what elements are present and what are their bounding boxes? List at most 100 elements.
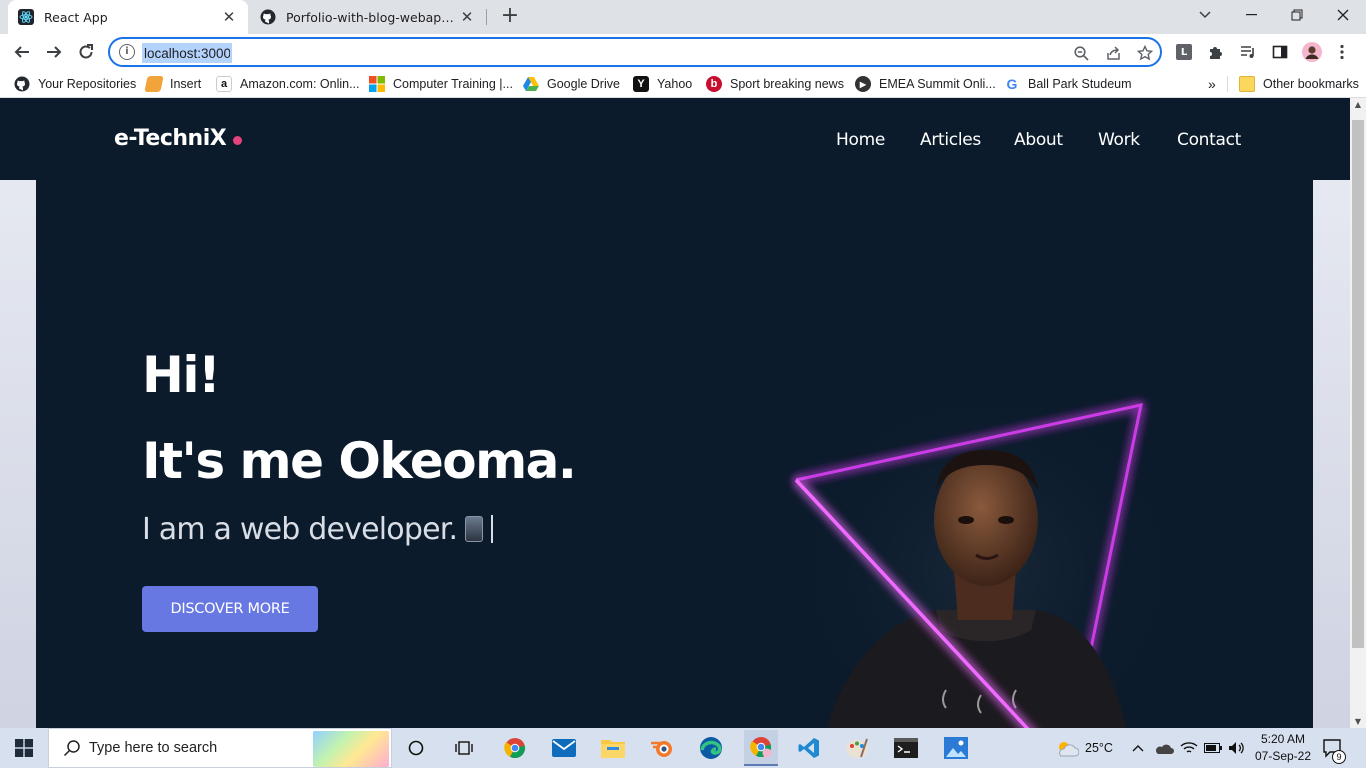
edge-icon[interactable]	[697, 734, 725, 762]
reload-button[interactable]	[72, 38, 100, 66]
nav-home[interactable]: Home	[836, 130, 885, 150]
chrome-profile-taskbar-icon[interactable]	[744, 730, 778, 766]
scrollbar-thumb[interactable]	[1352, 120, 1364, 648]
chrome-menu-icon[interactable]	[1332, 42, 1352, 62]
taskbar-search-box[interactable]: Type here to search	[48, 728, 392, 768]
notification-count: 9	[1332, 750, 1346, 764]
hero-portrait	[776, 370, 1216, 728]
scroll-down-icon[interactable]: ▼	[1353, 717, 1363, 726]
folder-icon	[1239, 76, 1255, 92]
file-explorer-icon[interactable]	[599, 734, 627, 762]
logo-text: e-TechniX	[114, 126, 227, 151]
nav-about[interactable]: About	[1014, 130, 1063, 150]
bookmark-sport-news[interactable]: b Sport breaking news	[706, 74, 844, 94]
google-icon: G	[1006, 76, 1018, 92]
play-icon: ▶	[855, 76, 871, 92]
page-viewport: e-TechniX Home Articles About Work Conta…	[0, 98, 1350, 728]
site-header: e-TechniX Home Articles About Work Conta…	[0, 98, 1350, 180]
url-input[interactable]	[142, 43, 232, 63]
bookmarks-overflow-button[interactable]: »	[1208, 74, 1216, 94]
yahoo-icon: Y	[633, 76, 649, 92]
tab-react-app[interactable]: React App ✕	[8, 0, 248, 34]
task-view-icon[interactable]	[450, 734, 478, 762]
github-icon	[14, 76, 30, 92]
bookmark-insert[interactable]: Insert	[144, 74, 202, 94]
weather-temp: 25°C	[1085, 741, 1113, 755]
site-info-icon[interactable]: i	[119, 44, 135, 60]
minimize-button[interactable]	[1228, 0, 1274, 30]
bookmark-yahoo[interactable]: Y Yahoo	[633, 74, 692, 94]
forward-button[interactable]	[40, 38, 68, 66]
onedrive-icon[interactable]	[1154, 728, 1174, 768]
media-queue-icon[interactable]	[1238, 42, 1258, 62]
bookmark-amazon[interactable]: a Amazon.com: Onlin...	[216, 74, 360, 94]
scroll-up-icon[interactable]: ▲	[1353, 100, 1363, 109]
other-bookmarks-label: Other bookmarks	[1263, 77, 1359, 91]
bookmark-ball-park[interactable]: G Ball Park Studeum	[1004, 74, 1132, 94]
profile-avatar[interactable]	[1302, 42, 1322, 62]
extensions-puzzle-icon[interactable]	[1206, 42, 1226, 62]
bookmark-emea-summit[interactable]: ▶ EMEA Summit Onli...	[855, 74, 996, 94]
address-bar[interactable]: i	[108, 37, 1162, 67]
logo-dot	[233, 136, 243, 145]
clock-date: 07-Sep-22	[1254, 749, 1312, 763]
volume-icon[interactable]	[1228, 728, 1246, 768]
paint-icon[interactable]	[843, 734, 871, 762]
role-text: I am a web developer.	[142, 512, 458, 547]
discover-more-button[interactable]: DISCOVER MORE	[142, 586, 318, 632]
weather-widget[interactable]: 25°C	[1055, 728, 1113, 768]
tab-search-icon[interactable]	[1182, 0, 1228, 30]
tab-title: React App	[44, 9, 108, 25]
show-hidden-icons-icon[interactable]	[1132, 728, 1144, 768]
back-button[interactable]	[8, 38, 36, 66]
tab-github-readme[interactable]: Porfolio-with-blog-webapp/READ ✕	[250, 0, 486, 34]
extension-l-icon[interactable]: L	[1174, 42, 1194, 62]
close-tab-icon[interactable]: ✕	[458, 8, 476, 26]
nav-contact[interactable]: Contact	[1177, 130, 1241, 150]
hero-headline: It's me Okeoma.	[142, 432, 577, 490]
page-scrollbar[interactable]: ▲ ▼	[1350, 98, 1366, 728]
bookmark-computer-training[interactable]: Computer Training |...	[369, 74, 513, 94]
bookmark-star-icon[interactable]	[1136, 44, 1154, 62]
typing-cursor	[491, 515, 494, 543]
tab-separator	[486, 9, 487, 25]
wifi-icon[interactable]	[1180, 728, 1198, 768]
blender-icon[interactable]	[648, 734, 676, 762]
search-placeholder: Type here to search	[89, 740, 218, 756]
zoom-icon[interactable]	[1072, 44, 1090, 62]
drive-icon	[523, 76, 539, 92]
nav-articles[interactable]: Articles	[920, 130, 981, 150]
bookmark-label: Google Drive	[547, 77, 620, 91]
bookmarks-bar: Your Repositories Insert a Amazon.com: O…	[0, 70, 1366, 98]
other-bookmarks[interactable]: Other bookmarks	[1239, 74, 1359, 94]
close-window-button[interactable]	[1320, 0, 1366, 30]
new-tab-button[interactable]: +	[498, 5, 522, 29]
share-icon[interactable]	[1104, 44, 1122, 62]
battery-icon[interactable]	[1204, 728, 1222, 768]
windows-start-button[interactable]	[0, 728, 48, 768]
photos-icon[interactable]	[942, 734, 970, 762]
close-tab-icon[interactable]: ✕	[220, 8, 238, 26]
cortana-icon[interactable]	[402, 734, 430, 762]
microsoft-icon	[369, 76, 385, 92]
chrome-taskbar-icon[interactable]	[501, 734, 529, 762]
nav-work[interactable]: Work	[1098, 130, 1140, 150]
bookmark-google-drive[interactable]: Google Drive	[523, 74, 620, 94]
search-highlight-icon	[313, 731, 389, 767]
side-panel-icon[interactable]	[1270, 42, 1290, 62]
taskbar-clock[interactable]: 5:20 AM 07-Sep-22	[1252, 731, 1314, 765]
bookmark-label: EMEA Summit Onli...	[879, 77, 996, 91]
hero-greeting: Hi!	[142, 346, 221, 404]
site-logo[interactable]: e-TechniX	[114, 126, 243, 151]
tab-title: Porfolio-with-blog-webapp/READ	[286, 9, 458, 25]
b-icon: b	[706, 76, 722, 92]
notifications-button[interactable]: 9	[1322, 728, 1346, 768]
mail-icon[interactable]	[550, 734, 578, 762]
terminal-icon[interactable]	[892, 734, 920, 762]
vscode-icon[interactable]	[795, 734, 823, 762]
bookmark-label: Insert	[170, 77, 202, 91]
restore-button[interactable]	[1274, 0, 1320, 30]
bookmark-your-repositories[interactable]: Your Repositories	[14, 74, 136, 94]
clock-time: 5:20 AM	[1260, 732, 1306, 746]
amazon-icon: a	[216, 76, 232, 92]
